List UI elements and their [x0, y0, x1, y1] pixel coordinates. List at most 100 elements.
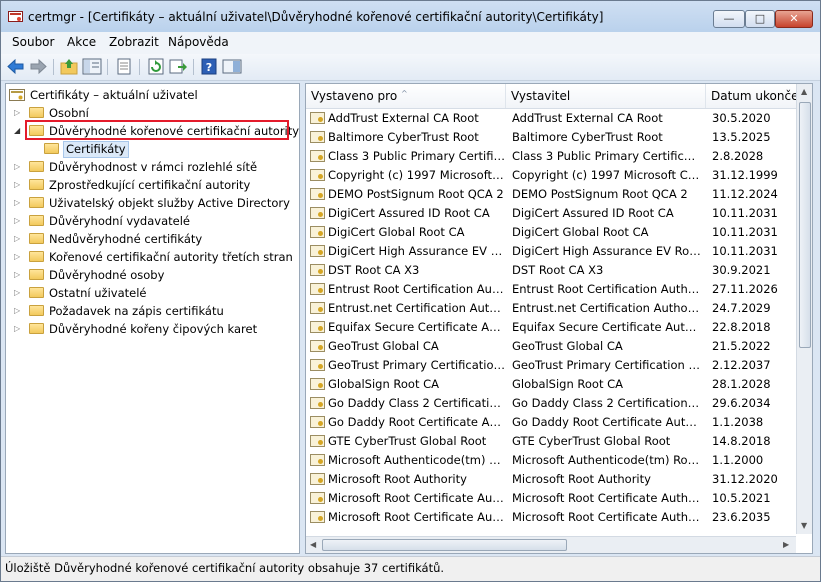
scroll-down-arrow-icon[interactable]: ▼: [801, 521, 807, 530]
status-bar: Úložiště Důvěryhodné kořenové certifikač…: [1, 556, 820, 581]
help-icon[interactable]: ?: [199, 57, 219, 76]
cell-issued-by: AddTrust External CA Root: [512, 111, 663, 125]
menu-napoveda[interactable]: Nápověda: [168, 35, 229, 49]
table-row[interactable]: Baltimore CyberTrust Root Baltimore Cyber…: [306, 128, 796, 147]
certificate-icon: [310, 492, 325, 504]
cell-expiration: 30.5.2020: [712, 111, 771, 125]
table-row[interactable]: Class 3 Public Primary Certificat... Clas…: [306, 147, 796, 166]
expand-arrow-icon[interactable]: ▷: [14, 266, 24, 284]
expand-arrow-icon[interactable]: ▷: [14, 158, 24, 176]
table-row[interactable]: Go Daddy Root Certificate Auth... Go Dadd…: [306, 413, 796, 432]
certificates-root-icon: [9, 89, 25, 101]
table-row[interactable]: Microsoft Root Authority Microsoft Root A…: [306, 470, 796, 489]
certificate-icon: [310, 207, 325, 219]
expand-arrow-icon[interactable]: ▷: [14, 176, 24, 194]
cell-issued-by: Copyright (c) 1997 Microsoft Corp.: [512, 168, 702, 182]
expand-arrow-icon[interactable]: ▷: [14, 230, 24, 248]
table-row[interactable]: GlobalSign Root CA GlobalSign Root CA 28.1…: [306, 375, 796, 394]
certificate-icon: [310, 188, 325, 200]
tree-item-label: Požadavek na zápis certifikátu: [49, 304, 224, 318]
table-row[interactable]: AddTrust External CA Root AddTrust Extern…: [306, 109, 796, 128]
svg-text:?: ?: [206, 61, 212, 74]
cell-issued-by: Entrust Root Certification Authority: [512, 282, 702, 296]
back-arrow-icon[interactable]: [6, 57, 26, 76]
column-header-label: Vystavitel: [511, 89, 571, 103]
collapse-arrow-icon[interactable]: ◢: [14, 122, 24, 140]
table-row[interactable]: GeoTrust Primary Certification ... GeoTru…: [306, 356, 796, 375]
refresh-icon[interactable]: [146, 57, 166, 76]
certificate-icon: [310, 340, 325, 352]
table-row[interactable]: GTE CyberTrust Global Root GTE CyberTrust…: [306, 432, 796, 451]
table-row[interactable]: Go Daddy Class 2 Certification ... Go Dad…: [306, 394, 796, 413]
table-row[interactable]: DST Root CA X3 DST Root CA X3 30.9.2021: [306, 261, 796, 280]
column-header-issued-to[interactable]: Vystaveno pro ^: [306, 84, 506, 108]
cell-issued-by: Baltimore CyberTrust Root: [512, 130, 663, 144]
toolbar-separator: [107, 59, 108, 75]
cell-issued-by: DigiCert Global Root CA: [512, 225, 649, 239]
certmgr-app-icon: [8, 11, 23, 22]
column-header-expiration[interactable]: Datum ukonče...: [706, 84, 796, 108]
export-list-icon[interactable]: [168, 57, 188, 76]
horizontal-scroll-thumb[interactable]: [322, 539, 567, 551]
folder-icon: [29, 251, 44, 262]
cell-issued-by: Go Daddy Class 2 Certification Au...: [512, 396, 702, 410]
table-row[interactable]: Entrust.net Certification Author... Entru…: [306, 299, 796, 318]
expand-arrow-icon[interactable]: ▷: [14, 302, 24, 320]
tree-root-label: Certifikáty – aktuální uživatel: [30, 88, 198, 102]
expand-arrow-icon[interactable]: ▷: [14, 104, 24, 122]
cell-issued-to: Microsoft Root Certificate Auth...: [328, 510, 506, 524]
up-folder-icon[interactable]: [59, 57, 79, 76]
vertical-scroll-thumb[interactable]: [799, 102, 811, 348]
table-row[interactable]: DigiCert Global Root CA DigiCert Global R…: [306, 223, 796, 242]
minimize-button[interactable]: —: [713, 10, 745, 28]
table-row[interactable]: DigiCert High Assurance EV Ro... DigiCert…: [306, 242, 796, 261]
expand-arrow-icon[interactable]: ▷: [14, 248, 24, 266]
table-row[interactable]: Copyright (c) 1997 Microsoft C... Copyrig…: [306, 166, 796, 185]
cell-issued-by: Microsoft Root Certificate Authori...: [512, 510, 702, 524]
certificate-icon: [310, 112, 325, 124]
show-hide-tree-icon[interactable]: [82, 57, 102, 76]
table-row[interactable]: GeoTrust Global CA GeoTrust Global CA 21.5…: [306, 337, 796, 356]
cell-issued-to: Baltimore CyberTrust Root: [328, 130, 479, 144]
title-bar[interactable]: certmgr - [Certifikáty – aktuální uživat…: [1, 1, 820, 33]
sort-ascending-icon: ^: [401, 89, 408, 98]
vertical-scrollbar[interactable]: ▲ ▼: [796, 84, 812, 534]
table-row[interactable]: Microsoft Root Certificate Auth... Micros…: [306, 508, 796, 527]
certificate-icon: [310, 454, 325, 466]
forward-arrow-icon[interactable]: [28, 57, 48, 76]
expand-arrow-icon[interactable]: ▷: [14, 194, 24, 212]
horizontal-scrollbar[interactable]: ◀ ▶: [306, 536, 796, 553]
certificate-list[interactable]: Vystaveno pro ^ Vystavitel Datum ukonče.…: [305, 83, 813, 554]
cell-issued-by: GeoTrust Primary Certification Au...: [512, 358, 702, 372]
properties-icon[interactable]: [114, 57, 134, 76]
table-row[interactable]: Equifax Secure Certificate Auth... Equifa…: [306, 318, 796, 337]
column-header-issued-by[interactable]: Vystavitel: [506, 84, 706, 108]
menu-zobrazit[interactable]: Zobrazit: [109, 35, 159, 49]
table-row[interactable]: Microsoft Authenticode(tm) Ro... Microsof…: [306, 451, 796, 470]
scroll-right-arrow-icon[interactable]: ▶: [783, 540, 789, 549]
cell-issued-to: Class 3 Public Primary Certificat...: [328, 149, 506, 163]
scroll-left-arrow-icon[interactable]: ◀: [310, 540, 316, 549]
cell-expiration: 11.12.2024: [712, 187, 778, 201]
close-button[interactable]: ✕: [775, 10, 813, 28]
expand-arrow-icon[interactable]: ▷: [14, 284, 24, 302]
table-row[interactable]: DigiCert Assured ID Root CA DigiCert Assu…: [306, 204, 796, 223]
cell-expiration: 28.1.2028: [712, 377, 771, 391]
cell-issued-to: DigiCert High Assurance EV Ro...: [328, 244, 506, 258]
expand-arrow-icon[interactable]: ▷: [14, 212, 24, 230]
table-row[interactable]: Entrust Root Certification Auth... Entrus…: [306, 280, 796, 299]
tree-item-label: Důvěryhodné kořeny čipových karet: [49, 322, 258, 336]
cell-issued-by: DigiCert High Assurance EV Root ...: [512, 244, 702, 258]
certificate-icon: [310, 416, 325, 428]
maximize-button[interactable]: □: [745, 10, 775, 28]
expand-arrow-icon[interactable]: ▷: [14, 320, 24, 338]
certificate-icon: [310, 359, 325, 371]
scroll-up-arrow-icon[interactable]: ▲: [801, 87, 807, 96]
menu-akce[interactable]: Akce: [67, 35, 96, 49]
table-row[interactable]: Microsoft Root Certificate Auth... Micros…: [306, 489, 796, 508]
menu-soubor[interactable]: Soubor: [12, 35, 54, 49]
action-pane-icon[interactable]: [222, 57, 242, 76]
console-tree[interactable]: Certifikáty – aktuální uživatel ▷ Osobní…: [5, 83, 300, 554]
cell-expiration: 31.12.2020: [712, 472, 778, 486]
table-row[interactable]: DEMO PostSignum Root QCA 2 DEMO PostSignu…: [306, 185, 796, 204]
